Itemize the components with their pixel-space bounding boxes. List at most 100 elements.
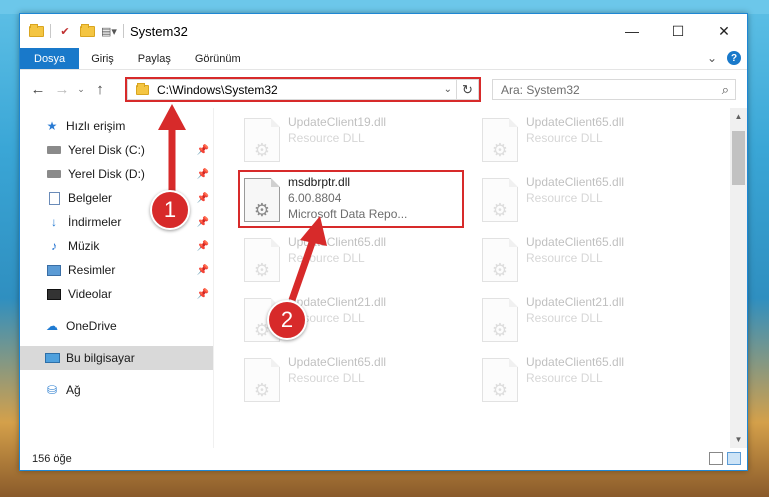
file-item[interactable]: ⚙ UpdateClient21.dll Resource DLL (476, 292, 706, 352)
status-bar: 156 öğe (20, 448, 747, 470)
explorer-window: ✔ ▤▾ System32 — ☐ ✕ Dosya Giriş Paylaş G… (19, 13, 748, 471)
window-title: System32 (130, 23, 188, 39)
file-name: UpdateClient65.dll (526, 355, 625, 369)
file-list: ⚙ UpdateClient19.dll Resource DLL ⚙ msdbr… (222, 108, 730, 448)
file-name: UpdateClient65.dll (288, 235, 387, 249)
minimize-button[interactable]: — (609, 14, 655, 48)
desktop-background (0, 0, 769, 14)
step-2-badge: 2 (267, 300, 307, 340)
documents-icon (46, 191, 62, 205)
tab-paylas[interactable]: Paylaş (126, 48, 183, 69)
file-item-msdbrptr[interactable]: ⚙ msdbrptr.dll 6.00.8804 Microsoft Data Re… (238, 172, 468, 232)
file-description: Microsoft Data Repo... (288, 207, 408, 221)
dll-file-icon: ⚙ (244, 118, 280, 162)
help-icon[interactable]: ? (727, 51, 741, 65)
download-icon: ↓ (51, 215, 57, 229)
navigation-bar: ← → ⌄ ↑ C:\Windows\System32 ⌄ ↻ Ara: Sys… (20, 70, 747, 108)
sidebar-item-disk-c[interactable]: Yerel Disk (C:) 📌 (20, 138, 213, 162)
address-bar[interactable]: C:\Windows\System32 ⌄ ↻ (127, 79, 479, 100)
refresh-button[interactable]: ↻ (456, 80, 478, 99)
file-name: UpdateClient21.dll (526, 295, 625, 309)
scroll-thumb[interactable] (732, 131, 745, 185)
pin-icon[interactable]: 📌 (197, 145, 209, 156)
close-button[interactable]: ✕ (701, 14, 747, 48)
file-type: Resource DLL (288, 371, 365, 385)
pictures-icon (46, 263, 62, 277)
network-icon: ⛁ (46, 383, 58, 397)
tab-dosya[interactable]: Dosya (20, 48, 80, 69)
file-version: 6.00.8804 (288, 191, 342, 205)
vertical-scrollbar[interactable]: ▲ ▼ (730, 108, 747, 448)
dll-file-icon: ⚙ (482, 238, 518, 282)
tab-gorunum[interactable]: Görünüm (183, 48, 253, 69)
pin-icon[interactable]: 📌 (197, 241, 209, 252)
file-name: UpdateClient65.dll (526, 235, 625, 249)
ribbon-tabs: Dosya Giriş Paylaş Görünüm ⌄ ? (20, 48, 747, 70)
sidebar-item-network[interactable]: ⛁ Ağ (20, 378, 213, 402)
sidebar-item-this-pc[interactable]: Bu bilgisayar (20, 346, 213, 370)
details-view-icon[interactable] (709, 452, 723, 465)
file-type: Resource DLL (526, 251, 603, 265)
forward-button[interactable]: → (50, 81, 74, 98)
file-type: Resource DLL (526, 311, 603, 325)
search-icon[interactable]: ⌕ (722, 82, 729, 98)
file-item[interactable]: ⚙ UpdateClient65.dll Resource DLL (476, 172, 706, 232)
computer-icon (44, 351, 60, 365)
properties-icon[interactable]: ✔ (57, 24, 73, 38)
music-icon: ♪ (51, 239, 57, 253)
dll-file-icon: ⚙ (244, 238, 280, 282)
quick-access-toolbar: ✔ ▤▾ (20, 23, 124, 38)
address-dropdown-icon[interactable]: ⌄ (444, 84, 452, 95)
file-item[interactable]: ⚙ UpdateClient65.dll Resource DLL (238, 352, 468, 412)
file-item[interactable]: ⚙ UpdateClient65.dll Resource DLL (476, 112, 706, 172)
pin-icon[interactable]: 📌 (197, 193, 209, 204)
dll-file-icon: ⚙ (244, 358, 280, 402)
sidebar-item-label: Yerel Disk (C:) (68, 143, 145, 157)
file-item[interactable]: ⚙ UpdateClient65.dll Resource DLL (238, 232, 468, 292)
file-name: UpdateClient65.dll (526, 175, 625, 189)
back-button[interactable]: ← (26, 81, 50, 98)
new-folder-icon[interactable] (79, 23, 95, 38)
search-placeholder: Ara: System32 (501, 82, 580, 97)
file-item[interactable]: ⚙ UpdateClient65.dll Resource DLL (476, 352, 706, 412)
dll-file-icon: ⚙ (482, 298, 518, 342)
sidebar-item-music[interactable]: ♪ Müzik 📌 (20, 234, 213, 258)
title-bar: ✔ ▤▾ System32 — ☐ ✕ (20, 14, 747, 48)
recent-locations-button[interactable]: ⌄ (74, 84, 88, 95)
onedrive-icon: ☁ (46, 319, 58, 333)
pin-icon[interactable]: 📌 (197, 289, 209, 300)
address-path[interactable]: C:\Windows\System32 (157, 83, 278, 97)
dll-file-icon: ⚙ (482, 178, 518, 222)
scroll-down-icon[interactable]: ▼ (730, 431, 747, 448)
scroll-up-icon[interactable]: ▲ (730, 108, 747, 125)
file-type: Resource DLL (526, 191, 603, 205)
sidebar-item-pictures[interactable]: Resimler 📌 (20, 258, 213, 282)
expand-ribbon-icon[interactable]: ⌄ (707, 51, 717, 65)
tab-giris[interactable]: Giriş (79, 48, 126, 69)
pin-icon[interactable]: 📌 (197, 265, 209, 276)
up-button[interactable]: ↑ (88, 81, 112, 98)
sidebar-item-label: İndirmeler (68, 215, 122, 229)
file-item[interactable]: ⚙ UpdateClient65.dll Resource DLL (476, 232, 706, 292)
sidebar-item-label: Bu bilgisayar (66, 351, 135, 365)
file-name: msdbrptr.dll (288, 175, 351, 189)
sidebar-item-disk-d[interactable]: Yerel Disk (D:) 📌 (20, 162, 213, 186)
sidebar-item-label: OneDrive (66, 319, 117, 333)
maximize-button[interactable]: ☐ (655, 14, 701, 48)
star-icon: ★ (46, 119, 58, 133)
pin-icon[interactable]: 📌 (197, 169, 209, 180)
search-input[interactable]: Ara: System32 ⌕ (492, 79, 736, 100)
file-type: Resource DLL (288, 131, 365, 145)
sidebar-item-onedrive[interactable]: ☁ OneDrive (20, 314, 213, 338)
file-item[interactable]: ⚙ UpdateClient19.dll Resource DLL (238, 112, 468, 172)
large-icons-view-icon[interactable] (727, 452, 741, 465)
pin-icon[interactable]: 📌 (197, 217, 209, 228)
sidebar-item-videos[interactable]: Videolar 📌 (20, 282, 213, 306)
item-count: 156 öğe (32, 453, 72, 465)
file-type: Resource DLL (288, 251, 365, 265)
customize-toolbar-icon[interactable]: ▤▾ (101, 24, 117, 38)
sidebar-item-label: Müzik (68, 239, 100, 253)
file-type: Resource DLL (526, 371, 603, 385)
drive-icon (46, 167, 62, 181)
sidebar-item-quick-access[interactable]: ★ Hızlı erişim (20, 114, 213, 138)
